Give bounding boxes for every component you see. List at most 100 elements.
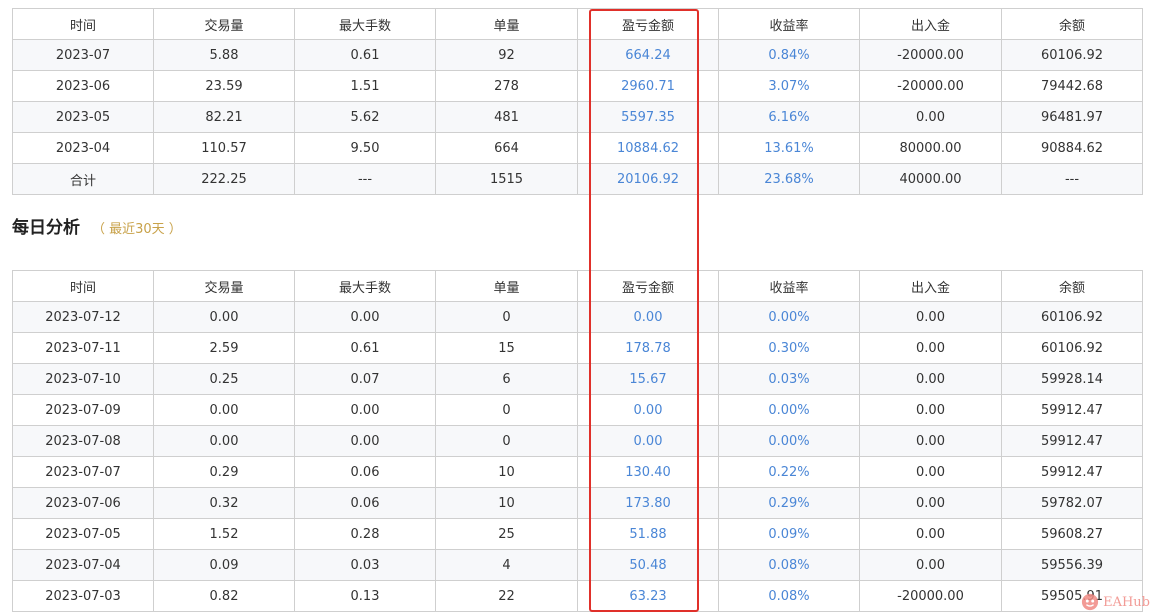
table-cell: 130.40 (577, 456, 719, 488)
table-cell: 0.00 (859, 456, 1002, 488)
table-cell: 0.00 (577, 425, 719, 457)
table-cell: 10 (435, 487, 578, 519)
table-row: 合计 222.25 --- 1515 20106.92 23.68% 40000.00 --- (12, 163, 1143, 195)
table-cell: 6 (435, 363, 578, 395)
table-cell: 1.52 (153, 518, 295, 550)
table-cell: 15 (435, 332, 578, 364)
column-header: 盈亏金额 (577, 8, 719, 40)
table-cell: 0 (435, 394, 578, 426)
monthly-analysis-table: 时间 交易量 最大手数 单量 盈亏金额 收益率 出入金 余额 2023-07 5.88 0.61 9… (12, 8, 1143, 195)
table-row: 2023-07-09 0.00 0.00 0 0.00 0.00% 0.00 59912.47 (12, 394, 1143, 426)
table-cell: 0.00 (294, 394, 436, 426)
table-cell: 0.00 (859, 101, 1002, 133)
table-cell: 0.09% (718, 518, 860, 550)
table-cell: 222.25 (153, 163, 295, 195)
column-header: 交易量 (153, 8, 295, 40)
table-cell: 0.00 (294, 301, 436, 333)
table-cell: 278 (435, 70, 578, 102)
table-cell: 0.00 (294, 425, 436, 457)
table-cell: 2023-05 (12, 101, 154, 133)
table-cell: 664.24 (577, 39, 719, 71)
table-header-row: 时间 交易量 最大手数 单量 盈亏金额 收益率 出入金 余额 (12, 270, 1143, 302)
table-cell: 0.03 (294, 549, 436, 581)
table-cell: 0.32 (153, 487, 295, 519)
table-row: 2023-07-07 0.29 0.06 10 130.40 0.22% 0.00 59912… (12, 456, 1143, 488)
table-cell: 40000.00 (859, 163, 1002, 195)
table-cell: 0.00 (859, 394, 1002, 426)
table-cell: 2.59 (153, 332, 295, 364)
table-cell: 25 (435, 518, 578, 550)
table-cell: 2023-04 (12, 132, 154, 164)
table-cell: 5597.35 (577, 101, 719, 133)
table-header-row: 时间 交易量 最大手数 单量 盈亏金额 收益率 出入金 余额 (12, 8, 1143, 40)
table-cell: 0.08% (718, 580, 860, 612)
table-cell: 79442.68 (1001, 70, 1143, 102)
table-cell: 10 (435, 456, 578, 488)
table-cell: 0.06 (294, 456, 436, 488)
table-row: 2023-07-03 0.82 0.13 22 63.23 0.08% -20000.00 5… (12, 580, 1143, 612)
section-title: 每日分析 (12, 218, 80, 238)
column-header: 交易量 (153, 270, 295, 302)
table-cell: --- (1001, 163, 1143, 195)
table-cell: 51.88 (577, 518, 719, 550)
table-cell: 1.51 (294, 70, 436, 102)
table-cell: 0.00% (718, 301, 860, 333)
column-header: 余额 (1001, 8, 1143, 40)
table-cell: 59782.07 (1001, 487, 1143, 519)
table-cell: 2023-07-03 (12, 580, 154, 612)
table-cell: 0.08% (718, 549, 860, 581)
column-header: 单量 (435, 270, 578, 302)
table-cell: 15.67 (577, 363, 719, 395)
table-cell: 2023-07-11 (12, 332, 154, 364)
table-cell: 0.00 (859, 518, 1002, 550)
table-cell: 0.00% (718, 425, 860, 457)
table-cell: 0.00 (153, 425, 295, 457)
table-row: 2023-07-05 1.52 0.28 25 51.88 0.09% 0.00 59608.… (12, 518, 1143, 550)
table-cell: 0.00 (153, 394, 295, 426)
table-cell: 80000.00 (859, 132, 1002, 164)
daily-analysis-heading: 每日分析 （ 最近30天 ） (12, 216, 182, 240)
table-cell: 59928.14 (1001, 363, 1143, 395)
table-cell: 0.28 (294, 518, 436, 550)
table-cell: 0.30% (718, 332, 860, 364)
table-cell: 13.61% (718, 132, 860, 164)
table-cell: 96481.97 (1001, 101, 1143, 133)
table-cell: 0 (435, 425, 578, 457)
table-cell: 0.03% (718, 363, 860, 395)
table-cell: 92 (435, 39, 578, 71)
column-header: 余额 (1001, 270, 1143, 302)
table-cell: 60106.92 (1001, 301, 1143, 333)
table-cell: 23.59 (153, 70, 295, 102)
table-cell: 2023-07-07 (12, 456, 154, 488)
table-cell: 0.61 (294, 39, 436, 71)
table-cell: 59912.47 (1001, 394, 1143, 426)
watermark: EAHub (1081, 593, 1150, 611)
table-row: 2023-07 5.88 0.61 92 664.24 0.84% -20000.00 601… (12, 39, 1143, 71)
table-cell: 0.61 (294, 332, 436, 364)
table-cell: -20000.00 (859, 39, 1002, 71)
column-header: 收益率 (718, 8, 860, 40)
table-cell: 0 (435, 301, 578, 333)
table-cell: -20000.00 (859, 70, 1002, 102)
table-cell: 90884.62 (1001, 132, 1143, 164)
table-cell: 0.29% (718, 487, 860, 519)
table-cell: 0.13 (294, 580, 436, 612)
column-header: 单量 (435, 8, 578, 40)
table-cell: 5.62 (294, 101, 436, 133)
column-header: 收益率 (718, 270, 860, 302)
table-row: 2023-05 82.21 5.62 481 5597.35 6.16% 0.00 96481… (12, 101, 1143, 133)
eahub-logo-icon (1081, 593, 1099, 611)
column-header: 盈亏金额 (577, 270, 719, 302)
table-cell: 0.00 (577, 301, 719, 333)
table-cell: 9.50 (294, 132, 436, 164)
table-cell: 0.29 (153, 456, 295, 488)
table-row: 2023-07-11 2.59 0.61 15 178.78 0.30% 0.00 60106… (12, 332, 1143, 364)
table-cell: 0.00 (859, 425, 1002, 457)
table-row: 2023-06 23.59 1.51 278 2960.71 3.07% -20000.00… (12, 70, 1143, 102)
table-cell: 10884.62 (577, 132, 719, 164)
table-cell: 2023-07-10 (12, 363, 154, 395)
table-cell: 2023-07-05 (12, 518, 154, 550)
table-cell: 5.88 (153, 39, 295, 71)
table-cell: 0.00 (859, 549, 1002, 581)
table-cell: 63.23 (577, 580, 719, 612)
